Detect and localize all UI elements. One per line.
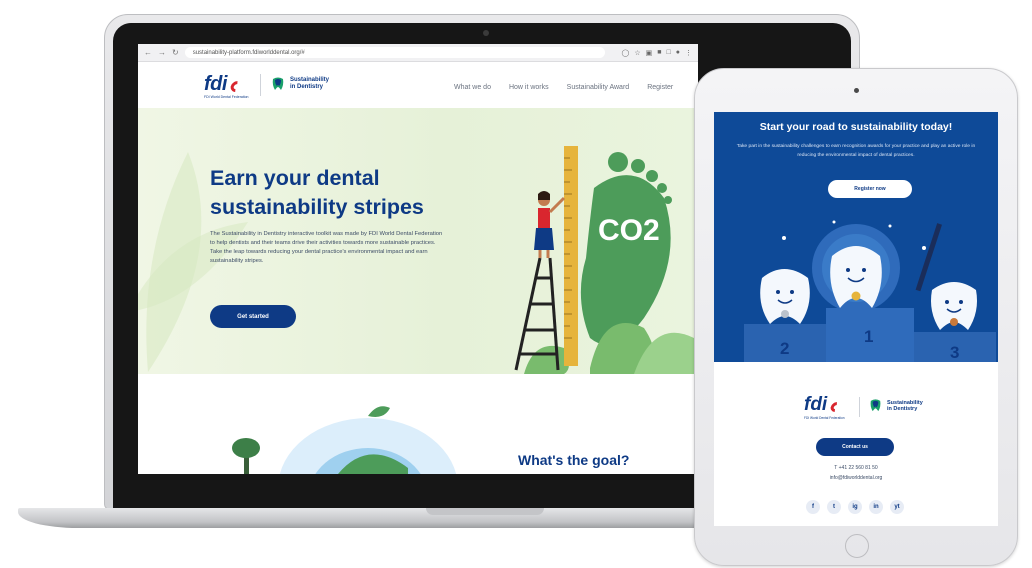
hero-description: The Sustainability in Dentistry interact… bbox=[210, 231, 443, 264]
podium-label-1: 1 bbox=[864, 327, 873, 346]
site-header: fdi FDI World Dental Federation Sustaina… bbox=[138, 62, 698, 108]
tablet-logo-divider bbox=[859, 397, 860, 417]
share-icon[interactable]: ◯ bbox=[622, 49, 630, 57]
podium-label-3: 3 bbox=[950, 343, 959, 362]
tablet-hero: Start your road to sustainability today!… bbox=[714, 112, 998, 362]
tablet-fdi-logo[interactable]: fdi bbox=[804, 394, 844, 416]
tablet-hero-title: Start your road to sustainability today! bbox=[759, 121, 953, 133]
laptop-screen: ← → ↻ sustainability-platform.fdiworldde… bbox=[138, 44, 698, 474]
fdi-logo-text: fdi bbox=[204, 73, 227, 95]
arrow-right-icon[interactable]: → bbox=[158, 48, 166, 57]
nav-sustainability-award[interactable]: Sustainability Award bbox=[567, 84, 630, 91]
star-icon[interactable]: ☆ bbox=[634, 49, 640, 57]
tablet-footer: fdi FDI World Dental Federation Sustaina… bbox=[714, 362, 998, 526]
menu-icon[interactable]: ⋮ bbox=[685, 49, 692, 57]
fdi-logo-subtext: FDI World Dental Federation bbox=[204, 95, 249, 99]
social-links: f t ig in yt bbox=[806, 500, 904, 514]
nav-how-it-works[interactable]: How it works bbox=[509, 84, 549, 91]
arrow-left-icon[interactable]: ← bbox=[144, 48, 152, 57]
co2-footprint-illustration: CO2 bbox=[514, 146, 698, 374]
main-nav: What we do How it works Sustainability A… bbox=[454, 84, 673, 91]
tablet-partner-logo-line2: in Dentistry bbox=[887, 406, 918, 412]
profile-icon[interactable]: ● bbox=[676, 49, 680, 57]
footer-phone[interactable]: T +41 22 560 81 50 bbox=[714, 465, 998, 471]
tablet-fdi-subtext: FDI World Dental Federation bbox=[804, 416, 845, 420]
reload-icon[interactable]: ↻ bbox=[172, 48, 179, 57]
globe-illustration bbox=[232, 406, 457, 474]
puzzle-icon[interactable]: ■ bbox=[657, 49, 661, 57]
tablet-partner-logo-text[interactable]: Sustainability in Dentistry bbox=[887, 400, 923, 412]
url-input[interactable]: sustainability-platform.fdiworlddental.o… bbox=[184, 47, 605, 58]
tablet-home-button[interactable] bbox=[845, 534, 869, 558]
url-text: sustainability-platform.fdiworlddental.o… bbox=[192, 49, 305, 56]
logo-divider bbox=[260, 74, 261, 96]
co2-label: CO2 bbox=[598, 214, 660, 247]
partner-logo-line2: in Dentistry bbox=[290, 83, 324, 90]
instagram-icon[interactable]: ig bbox=[848, 500, 862, 514]
nav-what-we-do[interactable]: What we do bbox=[454, 84, 491, 91]
laptop-camera bbox=[483, 30, 489, 36]
register-now-button[interactable]: Register now bbox=[828, 180, 912, 198]
partner-logo-text[interactable]: Sustainability in Dentistry bbox=[290, 77, 329, 90]
tablet-screen: Start your road to sustainability today!… bbox=[714, 112, 998, 526]
tablet-camera bbox=[854, 88, 859, 93]
podium-teeth-illustration: 2 1 3 bbox=[744, 220, 996, 362]
partner-logo-line1: Sustainability bbox=[290, 77, 330, 83]
tablet-hero-text: Take part in the sustainability challeng… bbox=[736, 144, 976, 158]
hero-section: Earn your dental sustainability stripes … bbox=[138, 108, 698, 374]
contact-us-button[interactable]: Contact us bbox=[816, 438, 894, 456]
footer-email[interactable]: info@fdiworlddental.org bbox=[714, 475, 998, 481]
tooth-leaf-icon bbox=[272, 77, 284, 90]
fdi-logo[interactable]: fdi bbox=[204, 73, 245, 96]
browser-toolbar: ← → ↻ sustainability-platform.fdiworldde… bbox=[138, 44, 698, 62]
browser-tools: ◯ ☆ ▣ ■ □ ● ⋮ bbox=[622, 49, 692, 57]
fdi-arc-icon bbox=[228, 78, 245, 95]
linkedin-icon[interactable]: in bbox=[869, 500, 883, 514]
sidebar-icon[interactable]: □ bbox=[667, 49, 671, 57]
get-started-button[interactable]: Get started bbox=[210, 305, 296, 328]
nav-register[interactable]: Register bbox=[647, 84, 673, 91]
youtube-icon[interactable]: yt bbox=[890, 500, 904, 514]
fdi-arc-icon bbox=[828, 400, 844, 415]
twitter-icon[interactable]: t bbox=[827, 500, 841, 514]
facebook-icon[interactable]: f bbox=[806, 500, 820, 514]
goal-section-title: What's the goal? bbox=[518, 452, 630, 468]
podium-label-2: 2 bbox=[780, 339, 789, 358]
hero-title: Earn your dental sustainability stripes bbox=[210, 166, 424, 219]
tablet-fdi-logo-text: fdi bbox=[804, 394, 828, 415]
extension-icon[interactable]: ▣ bbox=[646, 49, 653, 57]
tooth-leaf-icon bbox=[870, 399, 881, 412]
laptop-notch bbox=[426, 508, 544, 515]
